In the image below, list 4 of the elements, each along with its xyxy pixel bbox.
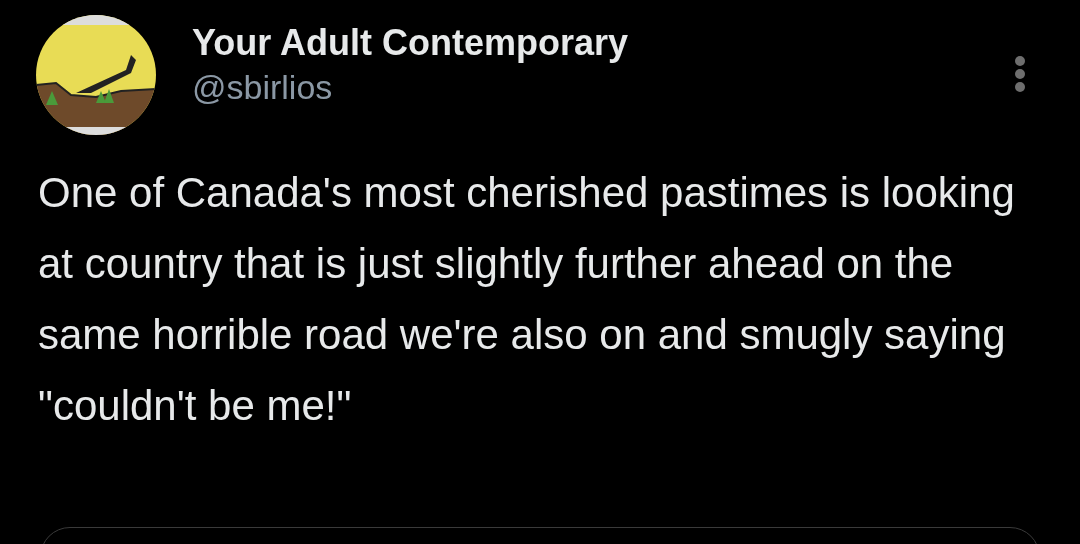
author-name[interactable]: Your Adult Contemporary xyxy=(192,21,628,65)
author-handle[interactable]: @sbirlios xyxy=(192,65,628,109)
tweet-text: One of Canada's most cherished pastimes is looking at country that is just slightly further ahead on the same horrible road we're also on and smugly saying "couldn't be me!" xyxy=(38,168,1016,431)
more-icon[interactable] xyxy=(1014,55,1026,93)
